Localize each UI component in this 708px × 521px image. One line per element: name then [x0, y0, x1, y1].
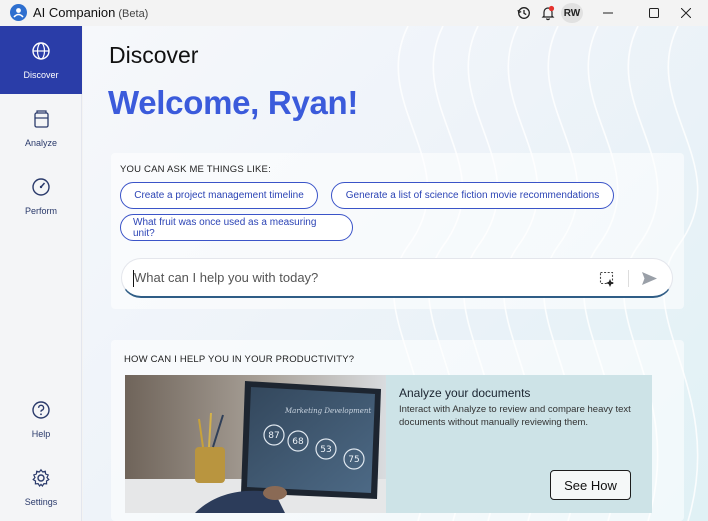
bell-icon[interactable] — [539, 4, 557, 22]
suggestion-chip[interactable]: Generate a list of science fiction movie… — [331, 182, 614, 209]
image-caption: Marketing Development — [284, 407, 371, 415]
title-bar: AI Companion (Beta) RW — [0, 0, 708, 26]
image-select-icon[interactable] — [599, 270, 616, 292]
gauge-icon — [30, 176, 52, 198]
sidebar-item-label: Perform — [24, 206, 57, 216]
text-cursor — [133, 270, 134, 287]
beta-badge: (Beta) — [118, 8, 149, 20]
avatar[interactable]: RW — [561, 3, 583, 23]
sidebar-item-label: Discover — [23, 70, 59, 80]
suggestion-chip[interactable]: Create a project management timeline — [120, 182, 318, 209]
app-title-text: AI Companion — [33, 5, 116, 20]
main-content: Discover Welcome, Ryan! YOU CAN ASK ME T… — [83, 26, 708, 521]
suggestions-card: YOU CAN ASK ME THINGS LIKE: Create a pro… — [111, 153, 684, 309]
suggestion-chip[interactable]: What fruit was once used as a measuring … — [120, 214, 353, 241]
productivity-card: HOW CAN I HELP YOU IN YOUR PRODUCTIVITY? — [111, 340, 684, 521]
send-icon[interactable] — [641, 270, 658, 292]
image-number: 75 — [348, 455, 359, 465]
sidebar-item-label: Analyze — [24, 138, 58, 148]
sidebar: Discover Analyze Perform Help Settings — [0, 26, 82, 521]
image-number: 87 — [268, 431, 279, 441]
history-icon[interactable] — [515, 4, 533, 22]
page-title: Discover — [109, 42, 199, 68]
feature-text-panel: Analyze your documents Interact with Ana… — [386, 375, 652, 513]
help-icon — [30, 399, 52, 421]
sidebar-item-help[interactable]: Help — [0, 385, 82, 453]
productivity-heading: HOW CAN I HELP YOU IN YOUR PRODUCTIVITY? — [124, 354, 355, 365]
see-how-button[interactable]: See How — [550, 470, 631, 500]
suggestions-heading: YOU CAN ASK ME THINGS LIKE: — [120, 164, 271, 175]
welcome-heading: Welcome, Ryan! — [108, 84, 359, 121]
app-logo-icon — [10, 4, 27, 21]
feature-title: Analyze your documents — [399, 386, 531, 400]
gear-icon — [30, 467, 52, 489]
globe-icon — [30, 40, 52, 62]
minimize-icon[interactable] — [585, 0, 631, 26]
feature-banner: Marketing Development 87 68 53 75 Analyz… — [125, 375, 652, 513]
sidebar-item-settings[interactable]: Settings — [0, 453, 82, 521]
sidebar-item-perform[interactable]: Perform — [0, 162, 82, 230]
ask-input-placeholder: What can I help you with today? — [134, 270, 319, 285]
sidebar-item-label: Settings — [24, 497, 58, 507]
close-icon[interactable] — [663, 0, 708, 26]
feature-description: Interact with Analyze to review and comp… — [399, 404, 631, 428]
sidebar-item-label: Help — [31, 429, 51, 439]
app-title: AI Companion (Beta) — [33, 5, 148, 20]
ask-input[interactable]: What can I help you with today? — [121, 258, 673, 298]
sidebar-item-discover[interactable]: Discover — [0, 26, 82, 94]
input-divider — [628, 270, 629, 287]
image-number: 53 — [320, 445, 331, 455]
document-stack-icon — [30, 108, 52, 130]
image-number: 68 — [292, 437, 304, 447]
feature-image: Marketing Development 87 68 53 75 — [125, 375, 386, 513]
sidebar-item-analyze[interactable]: Analyze — [0, 94, 82, 162]
